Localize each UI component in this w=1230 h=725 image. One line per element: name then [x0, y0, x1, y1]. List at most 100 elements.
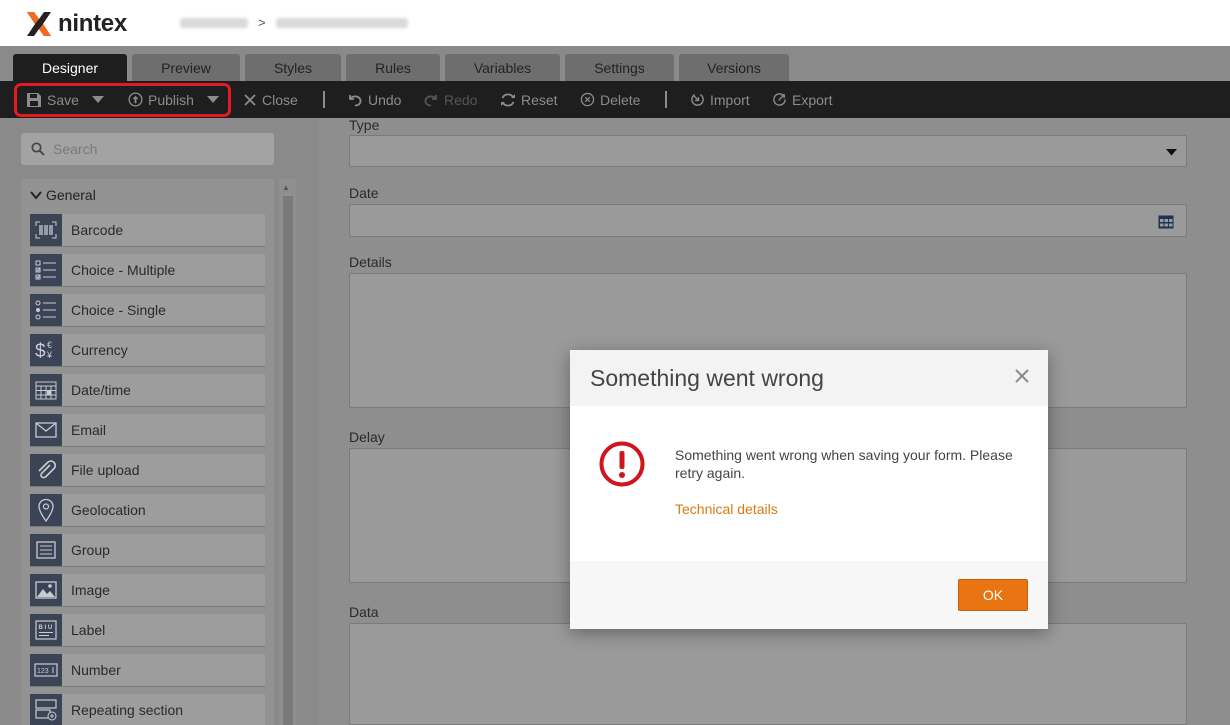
top-header: nintex >: [0, 0, 1230, 46]
envelope-icon: [30, 414, 62, 446]
export-button[interactable]: Export: [772, 81, 832, 118]
export-icon: [773, 93, 786, 106]
field-label-data: Data: [349, 604, 379, 620]
designer-tabs: Designer Preview Styles Rules Variables …: [13, 54, 794, 81]
control-choice-single[interactable]: Choice - Single: [30, 294, 265, 326]
control-choice-multiple[interactable]: Choice - Multiple: [30, 254, 265, 286]
control-label: Group: [71, 542, 110, 558]
dialog-title: Something went wrong: [590, 365, 824, 391]
scroll-up-arrow[interactable]: ▲: [282, 183, 290, 192]
undo-button[interactable]: Undo: [347, 81, 401, 118]
breadcrumb-separator: >: [258, 15, 266, 30]
brand-name: nintex: [58, 10, 127, 37]
control-label: Currency: [71, 342, 128, 358]
search-placeholder: Search: [53, 141, 98, 157]
group-icon: [30, 534, 62, 566]
close-icon: [244, 93, 256, 106]
error-dialog: Something went wrong Something went wron…: [570, 350, 1048, 629]
reset-label: Reset: [521, 91, 558, 108]
currency-icon: $ € ¥: [30, 334, 62, 366]
svg-text:B I U: B I U: [39, 625, 53, 631]
ok-button[interactable]: OK: [958, 579, 1028, 611]
control-date-time[interactable]: Date/time: [30, 374, 265, 406]
type-dropdown[interactable]: [349, 135, 1187, 167]
control-label: Repeating section: [71, 702, 184, 718]
control-label: Number: [71, 662, 121, 678]
control-label: Email: [71, 422, 107, 438]
control-currency[interactable]: $ € ¥ Currency: [30, 334, 265, 366]
data-textarea[interactable]: [349, 623, 1187, 725]
general-group-label: General: [46, 187, 96, 203]
control-number[interactable]: 123 Number: [30, 654, 265, 686]
close-button[interactable]: Close: [243, 81, 298, 118]
control-repeating-section[interactable]: Repeating section: [30, 694, 265, 725]
tab-rules[interactable]: Rules: [346, 54, 440, 81]
delete-button[interactable]: Delete: [580, 81, 640, 118]
control-label: Label: [71, 622, 106, 638]
tab-settings[interactable]: Settings: [565, 54, 674, 81]
control-file-upload[interactable]: File upload: [30, 454, 265, 486]
dialog-body: Something went wrong when saving your fo…: [570, 406, 1048, 561]
reset-button[interactable]: Reset: [500, 81, 558, 118]
control-label: Choice - Single: [71, 302, 166, 318]
technical-details-link[interactable]: Technical details: [675, 501, 778, 517]
import-label: Import: [710, 91, 750, 108]
control-barcode[interactable]: Barcode: [30, 214, 265, 246]
redo-label: Redo: [444, 91, 478, 108]
redo-icon: [424, 94, 437, 106]
delete-label: Delete: [600, 91, 641, 108]
toolbar-divider: [665, 91, 667, 108]
import-button[interactable]: Import: [690, 81, 750, 118]
tab-versions[interactable]: Versions: [679, 54, 789, 81]
tab-variables[interactable]: Variables: [445, 54, 560, 81]
field-label-type: Type: [349, 117, 380, 133]
control-label-field[interactable]: B I U Label: [30, 614, 265, 646]
svg-text:123: 123: [37, 668, 49, 675]
redo-button[interactable]: Redo: [423, 81, 477, 118]
control-label: File upload: [71, 462, 140, 478]
control-group[interactable]: Group: [30, 534, 265, 566]
svg-text:$: $: [35, 341, 46, 362]
svg-text:€: €: [47, 340, 52, 350]
tab-styles[interactable]: Styles: [245, 54, 341, 81]
delete-circle-icon: [580, 92, 595, 107]
control-label: Image: [71, 582, 110, 598]
toolbar-divider: [323, 91, 325, 108]
refresh-icon: [501, 93, 515, 106]
search-input[interactable]: Search: [21, 133, 274, 165]
tab-preview[interactable]: Preview: [132, 54, 240, 81]
control-label: Geolocation: [71, 502, 146, 518]
control-geolocation[interactable]: Geolocation: [30, 494, 265, 526]
field-label-details: Details: [349, 254, 392, 270]
dialog-footer: OK: [570, 561, 1048, 629]
barcode-icon: [30, 214, 62, 246]
undo-label: Undo: [368, 91, 402, 108]
control-label: Choice - Multiple: [71, 262, 176, 278]
radio-list-icon: [30, 294, 62, 326]
nintex-logo[interactable]: nintex: [24, 9, 127, 39]
date-input[interactable]: [349, 204, 1187, 237]
import-icon: [691, 94, 704, 106]
image-icon: [30, 574, 62, 606]
control-label: Barcode: [71, 222, 124, 238]
panel-scrollbar-thumb[interactable]: [283, 196, 293, 725]
chevron-down-icon: [30, 191, 42, 200]
calendar-icon: [1158, 215, 1174, 229]
error-exclamation-icon: [599, 441, 645, 487]
caret-down-icon: [1166, 149, 1177, 156]
svg-text:¥: ¥: [46, 350, 53, 360]
label-icon: B I U: [30, 614, 62, 646]
checklist-icon: [30, 254, 62, 286]
calendar-icon: [30, 374, 62, 406]
control-image[interactable]: Image: [30, 574, 265, 606]
field-label-date: Date: [349, 185, 379, 201]
breadcrumb-item-blurred[interactable]: [180, 17, 248, 28]
close-icon[interactable]: [1012, 366, 1032, 386]
dialog-header: Something went wrong: [570, 350, 1048, 406]
save-publish-highlight: [14, 83, 231, 117]
tab-designer[interactable]: Designer: [13, 54, 127, 81]
control-email[interactable]: Email: [30, 414, 265, 446]
general-group-header[interactable]: General: [30, 187, 96, 203]
export-label: Export: [792, 91, 833, 108]
breadcrumb-item-blurred[interactable]: [275, 17, 408, 28]
